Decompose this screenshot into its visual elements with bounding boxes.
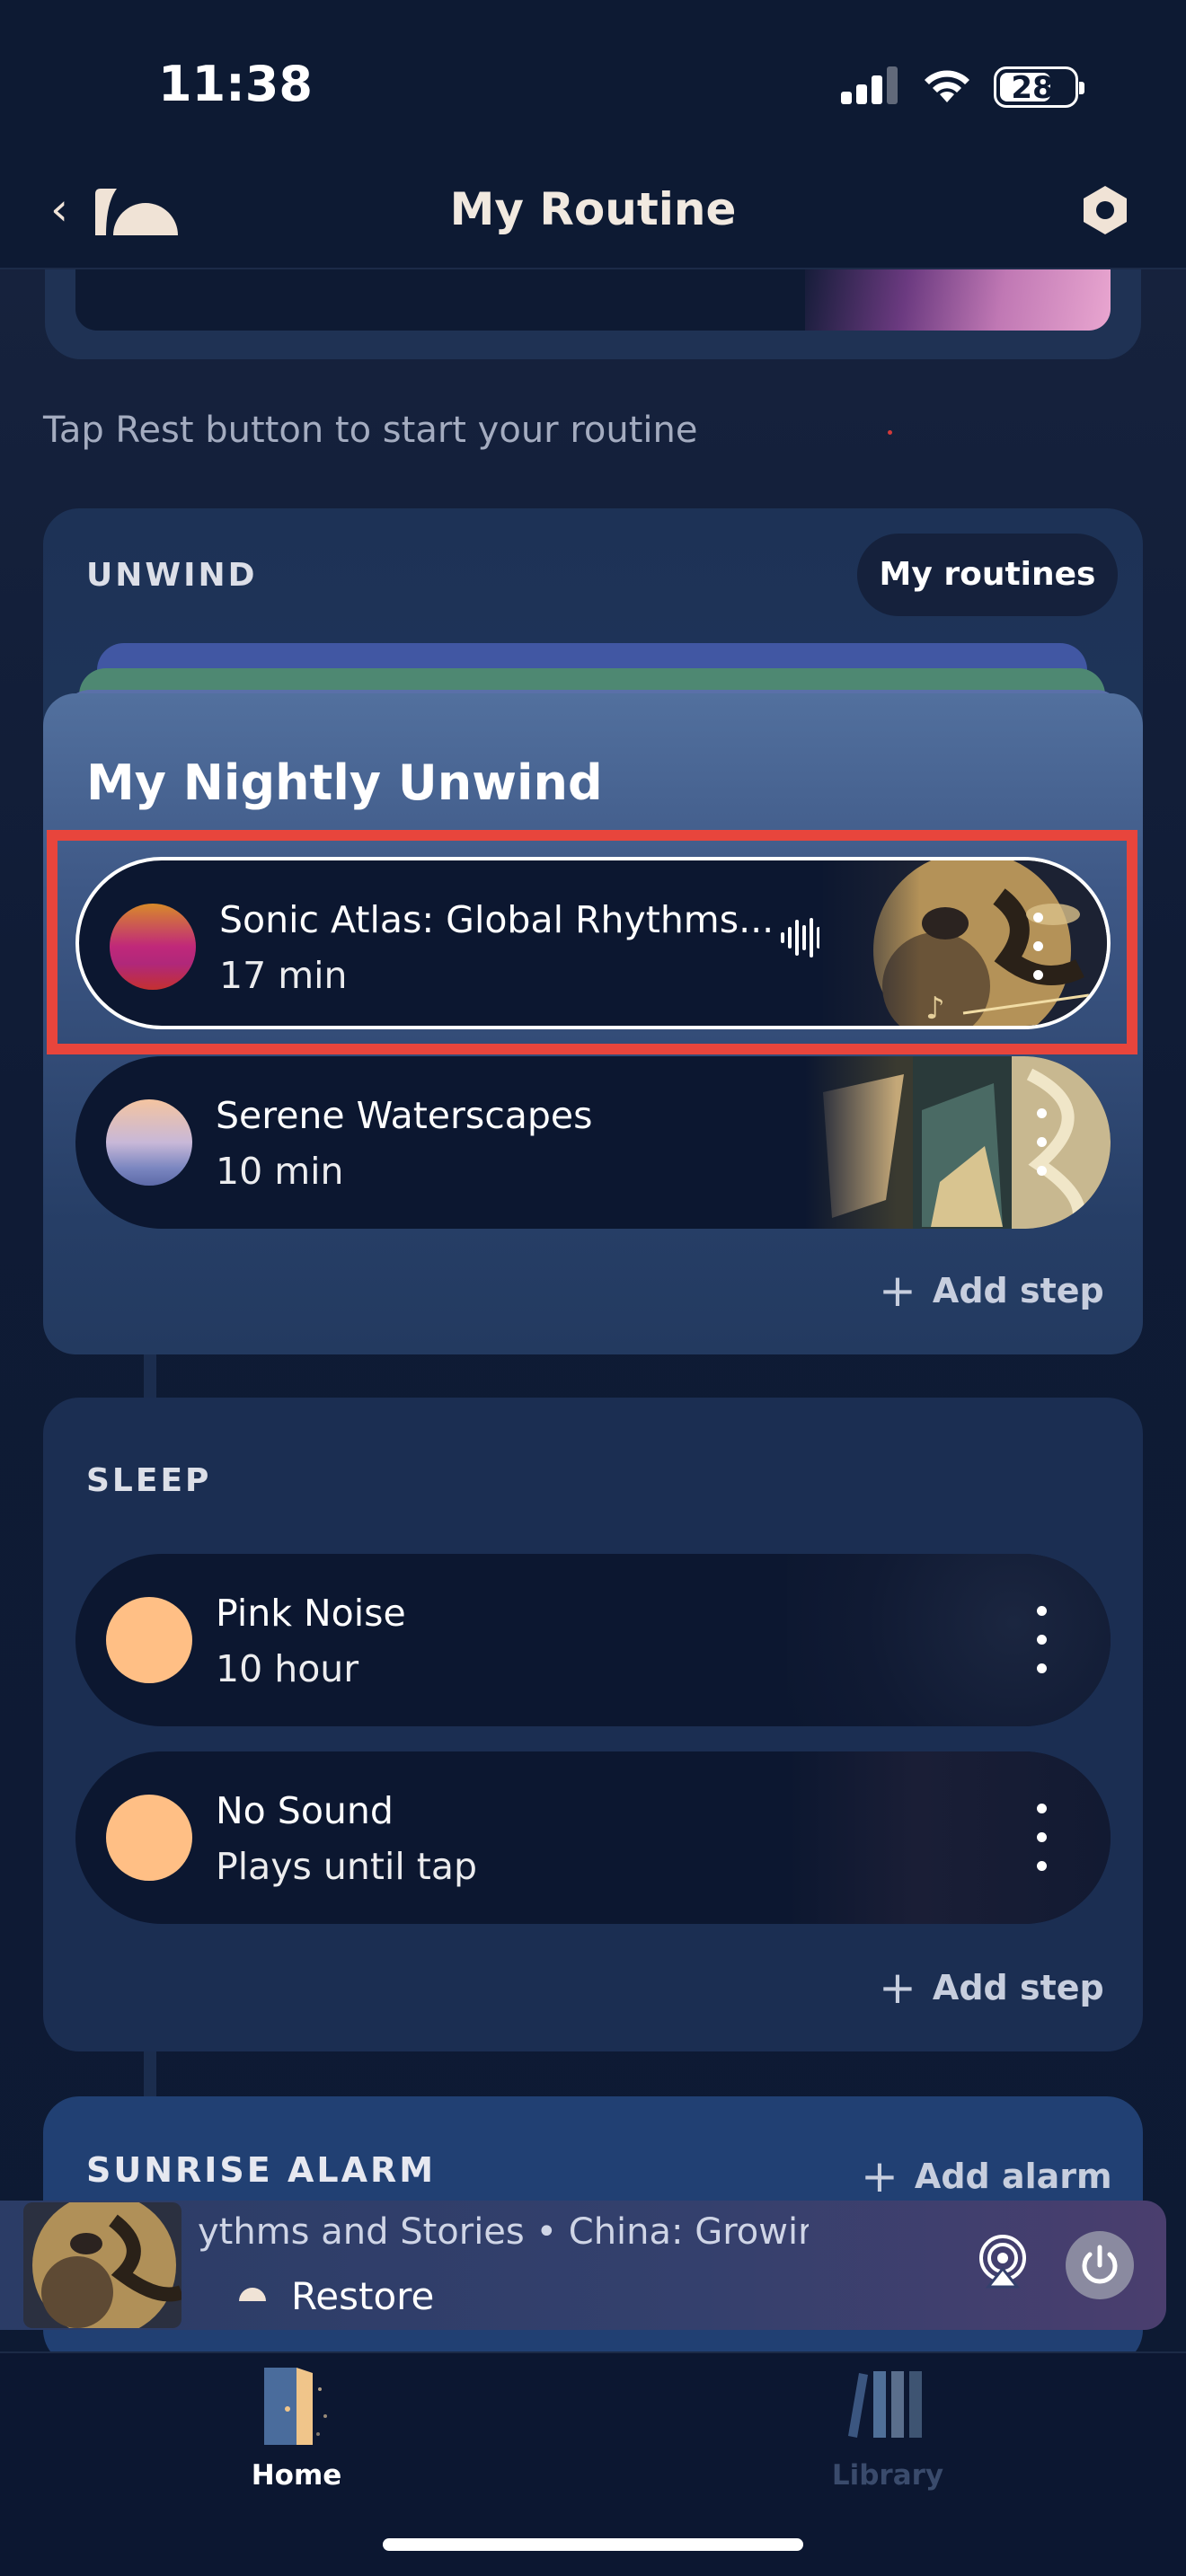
now-playing-track: ythms and Stories • China: Growir xyxy=(198,2211,809,2253)
restore-half-moon-icon xyxy=(239,2288,266,2301)
my-routines-button[interactable]: My routines xyxy=(857,534,1118,616)
add-step-label: Add step xyxy=(932,1271,1104,1310)
step-duration: 10 hour xyxy=(216,1647,359,1690)
airplay-icon[interactable] xyxy=(976,2235,1030,2289)
step-artwork xyxy=(805,1056,1111,1229)
library-books-icon[interactable] xyxy=(843,2368,933,2439)
red-dot xyxy=(888,430,892,435)
sleep-step-no-sound[interactable]: No Sound Plays until tap xyxy=(75,1751,1111,1924)
home-door-icon[interactable] xyxy=(261,2362,332,2452)
wifi-icon xyxy=(925,70,969,102)
step-title: No Sound xyxy=(216,1789,394,1832)
selection-highlight xyxy=(47,830,1137,1054)
step-duration: 10 min xyxy=(216,1150,344,1193)
sunrise-section-label: SUNRISE ALARM xyxy=(86,2150,437,2190)
sleep-add-step-button[interactable]: + Add step xyxy=(879,1962,1104,2014)
battery-icon: 28 xyxy=(994,66,1084,108)
settings-hexagon-icon[interactable] xyxy=(1078,183,1132,237)
tab-home[interactable]: Home xyxy=(207,2459,386,2492)
routine-name: My Nightly Unwind xyxy=(86,754,603,811)
plus-icon: + xyxy=(879,1962,916,2014)
step-color-dot xyxy=(106,1795,192,1881)
unwind-add-step-button[interactable]: + Add step xyxy=(879,1265,1104,1317)
page-title: My Routine xyxy=(449,183,737,235)
step-title: Pink Noise xyxy=(216,1592,406,1635)
step-artwork xyxy=(787,1751,1111,1924)
power-icon xyxy=(1082,2245,1118,2284)
cellular-signal-icon xyxy=(841,65,898,104)
plus-icon: + xyxy=(861,2150,898,2202)
step-more-icon[interactable] xyxy=(1035,1108,1048,1177)
now-playing-artwork[interactable] xyxy=(23,2202,181,2328)
step-color-dot xyxy=(106,1597,192,1683)
routine-hint: Tap Rest button to start your routine xyxy=(43,410,698,451)
add-alarm-button[interactable]: + Add alarm xyxy=(861,2150,1112,2202)
status-time: 11:38 xyxy=(158,56,313,112)
step-artwork xyxy=(787,1554,1111,1726)
step-more-icon[interactable] xyxy=(1035,1804,1048,1872)
step-title: Serene Waterscapes xyxy=(216,1094,593,1137)
routine-step-serene-waterscapes[interactable]: Serene Waterscapes 10 min xyxy=(75,1056,1111,1229)
unwind-section-label: UNWIND xyxy=(86,557,258,594)
sleep-section-label: SLEEP xyxy=(86,1462,212,1499)
sleep-step-pink-noise[interactable]: Pink Noise 10 hour xyxy=(75,1554,1111,1726)
tab-library[interactable]: Library xyxy=(798,2459,978,2492)
now-playing-status: Restore xyxy=(291,2274,435,2318)
power-button[interactable] xyxy=(1066,2231,1134,2299)
step-color-dot xyxy=(106,1099,192,1186)
battery-level: 28 xyxy=(1011,70,1054,106)
step-more-icon[interactable] xyxy=(1035,1606,1048,1674)
step-duration: Plays until tap xyxy=(216,1845,477,1888)
add-step-label: Add step xyxy=(932,1968,1104,2007)
plus-icon: + xyxy=(879,1265,916,1317)
home-indicator xyxy=(383,2538,803,2551)
add-alarm-label: Add alarm xyxy=(914,2157,1112,2196)
